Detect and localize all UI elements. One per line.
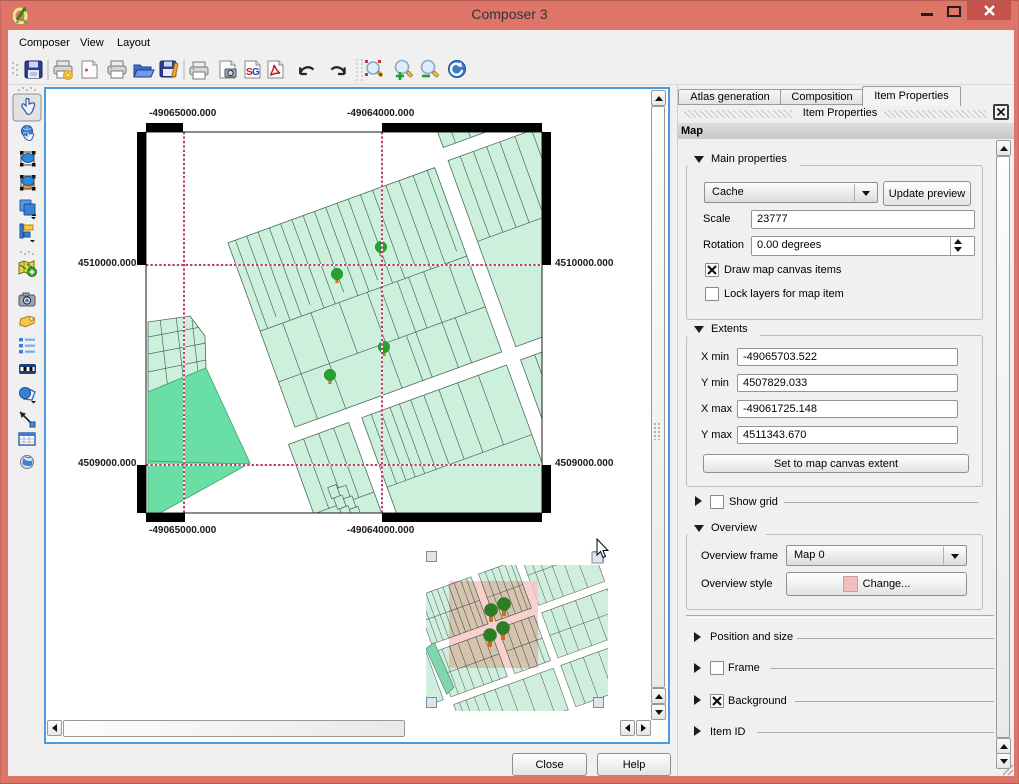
svg-text:G: G — [252, 67, 260, 78]
